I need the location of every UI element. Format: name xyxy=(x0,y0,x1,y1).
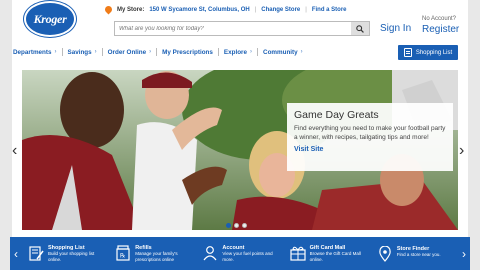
quick-link-desc: View your fuel points and more. xyxy=(222,251,273,262)
carousel-dot[interactable] xyxy=(242,223,247,228)
carousel-dot[interactable] xyxy=(226,223,231,228)
shopping-list-label: Shopping List xyxy=(415,49,453,56)
chevron-right-icon: › xyxy=(54,49,57,55)
nav-order-online[interactable]: Order Online › xyxy=(103,49,157,56)
chevron-left-icon: ‹ xyxy=(12,142,18,159)
location-pin-icon xyxy=(105,6,112,15)
promo-card: Game Day Greats Find everything you need… xyxy=(287,103,453,171)
nav-label: Savings xyxy=(67,48,92,56)
no-account-label: No Account? xyxy=(422,16,457,22)
carousel-prev-button[interactable]: ‹ xyxy=(12,142,17,160)
search-bar xyxy=(114,21,370,36)
nav-departments[interactable]: Departments › xyxy=(8,49,62,56)
quick-link-refills[interactable]: ℞ Refills Manage your family's prescript… xyxy=(109,245,196,262)
rx-bottle-icon: ℞ xyxy=(116,245,130,261)
list-pencil-icon xyxy=(29,246,44,261)
quick-link-account[interactable]: Account View your fuel points and more. xyxy=(196,245,283,262)
nav-my-prescriptions[interactable]: My Prescriptions xyxy=(157,49,218,56)
nav-community[interactable]: Community › xyxy=(258,49,308,56)
quick-link-gift-card-mall[interactable]: Gift Card Mall Browse the Gift Card Mall… xyxy=(284,245,371,262)
person-icon xyxy=(203,246,217,261)
chevron-left-icon[interactable]: ‹ xyxy=(10,247,22,261)
shopping-list-button[interactable]: Shopping List xyxy=(398,45,458,60)
chevron-right-icon[interactable]: › xyxy=(458,247,470,261)
nav-explore[interactable]: Explore › xyxy=(219,49,257,56)
store-bar: My Store: 150 W Sycamore St, Columbus, O… xyxy=(105,3,347,17)
search-icon xyxy=(356,24,364,33)
nav-label: Order Online xyxy=(107,48,147,56)
svg-text:℞: ℞ xyxy=(120,253,125,260)
carousel-dot[interactable] xyxy=(234,223,239,228)
search-button[interactable] xyxy=(351,22,369,35)
chevron-right-icon: › xyxy=(94,49,97,55)
visit-site-link[interactable]: Visit Site xyxy=(294,146,446,153)
chevron-right-icon: › xyxy=(459,142,465,159)
carousel-next-button[interactable]: › xyxy=(459,142,464,160)
quick-links-bar: ‹ Shopping List Build your shopping list… xyxy=(10,237,470,270)
quick-link-desc: Find a store near you. xyxy=(396,251,441,257)
my-store-label: My Store: xyxy=(117,7,145,13)
register-link[interactable]: Register xyxy=(422,24,459,35)
quick-link-desc: Manage your family's prescriptions onlin… xyxy=(135,251,178,262)
promo-body: Find everything you need to make your fo… xyxy=(294,125,446,141)
chevron-right-icon: › xyxy=(300,49,303,55)
nav-label: Departments xyxy=(13,48,52,56)
map-pin-icon xyxy=(379,245,391,262)
carousel-dots xyxy=(226,223,247,228)
gift-icon xyxy=(290,246,306,261)
kroger-logo[interactable]: Kroger xyxy=(24,1,76,37)
nav-label: My Prescriptions xyxy=(162,48,213,56)
change-store-link[interactable]: Change Store xyxy=(261,7,300,13)
divider: | xyxy=(254,7,257,13)
find-store-link[interactable]: Find a Store xyxy=(312,7,347,13)
nav-label: Explore xyxy=(223,48,248,56)
quick-link-desc: Build your shopping list online. xyxy=(48,251,95,262)
quick-link-store-finder[interactable]: Store Finder Find a store near you. xyxy=(371,245,458,262)
main-nav: Departments › Savings › Order Online › My P… xyxy=(8,44,308,60)
chevron-right-icon: › xyxy=(149,49,152,55)
sign-in-link[interactable]: Sign In xyxy=(380,23,411,34)
chevron-right-icon: › xyxy=(250,49,253,55)
promo-title: Game Day Greats xyxy=(294,109,379,121)
divider: | xyxy=(305,7,307,13)
list-icon xyxy=(403,48,412,57)
quick-link-shopping-list[interactable]: Shopping List Build your shopping list o… xyxy=(22,245,109,262)
search-input[interactable] xyxy=(115,22,351,35)
quick-link-desc: Browse the Gift Card Mall online. xyxy=(309,251,361,262)
nav-savings[interactable]: Savings › xyxy=(63,49,102,56)
nav-label: Community xyxy=(263,48,298,56)
store-address: 150 W Sycamore St, Columbus, OH xyxy=(149,7,250,13)
